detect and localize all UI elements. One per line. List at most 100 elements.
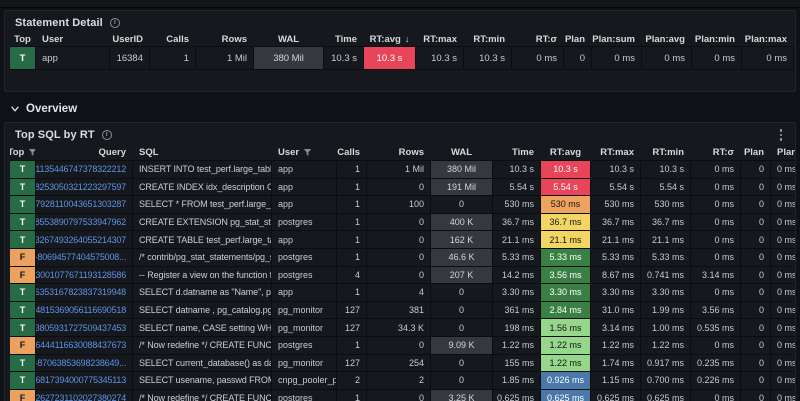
cell-rt-sigma: 0.535 ms [691,319,741,337]
cell-rt-sigma: 0 ms [512,47,564,70]
info-icon[interactable]: i [101,130,112,140]
top-flag-badge: F [10,389,36,401]
col-header-user-id[interactable]: UserID [110,32,150,47]
cell-wal: 3.25 K [431,389,493,401]
col-header-sql[interactable]: SQL [133,144,272,161]
top-flag-badge: T [10,47,36,70]
col-header-query[interactable]: Query [36,144,133,161]
filter-icon[interactable] [303,148,312,157]
col-header-plan-avg[interactable]: Plan:avg [642,32,692,47]
query-id-link[interactable]: -80694577404575008... [36,248,133,267]
cell-calls: 1 [150,47,196,70]
panel-menu-icon[interactable] [777,127,786,143]
col-header-label: Query [98,146,126,158]
col-header-plan-sum[interactable]: Plan:sum [592,32,642,47]
col-header-wal[interactable]: WAL [254,32,324,47]
col-header-rt-avg[interactable]: RT:avg ↓ [364,32,416,47]
query-id-link[interactable]: -8553890797533947962 [36,213,133,232]
cell-calls: 4 [337,266,367,285]
query-id-link[interactable]: -3001077671193128586 [36,266,133,285]
col-header-rt-avg[interactable]: RT:avg [541,144,591,161]
cell-rt-min: 530 ms [641,196,691,214]
col-header-user[interactable]: User [272,144,337,161]
col-header-rows[interactable]: Rows [367,144,431,161]
rt-avg-badge: 1.22 ms [541,354,591,373]
col-header-label: UserID [112,33,143,45]
cell-time: 361 ms [493,301,541,320]
col-header-plan-min[interactable]: Plan:min [692,32,742,47]
query-id-link[interactable]: 2627231102027380274 [36,389,133,401]
table-row: T 3805931727509437453 SELECT name, CASE se… [5,319,795,337]
cell-rt-min: 1.99 ms [641,301,691,320]
query-id-link[interactable]: -6353167823837319948 [36,284,133,302]
query-id-link[interactable]: -87063853698238649... [36,354,133,373]
query-id-link[interactable]: 3805931727509437453 [36,319,133,337]
row-title: Overview [26,103,78,115]
top-flag-badge: T [10,284,36,302]
col-header-rt-max[interactable]: RT:max [416,32,464,47]
query-id-link[interactable]: -8253050321223297597 [36,178,133,197]
top-flag-badge: F [10,266,36,285]
cell-calls: 127 [337,319,367,337]
col-header-time[interactable]: Time [493,144,541,161]
col-header-plan[interactable]: Plan [564,32,592,47]
cell-rows: 34.3 K [367,319,431,337]
filter-icon[interactable] [28,148,36,157]
cell-time: 1.85 ms [493,372,541,390]
cell-plan-sum: 0 ms [771,355,795,373]
query-id-link[interactable]: -6444116630088437673 [36,336,133,355]
cell-wal: 9.09 K [431,336,493,355]
cell-wal: 162 K [431,231,493,249]
col-header-calls[interactable]: Calls [337,144,367,161]
cell-wal: 0 [431,372,493,390]
col-header-time[interactable]: Time [324,32,364,47]
top-flag-badge: T [10,231,36,249]
col-header-rt-max[interactable]: RT:max [591,144,641,161]
table-row: T -8553890797533947962 CREATE EXTENSION pg… [5,213,795,232]
cell-wal: 0 [431,196,493,214]
cell-time: 21.1 ms [493,231,541,249]
col-header-top[interactable]: Top [10,32,36,47]
cell-plan: 0 [741,196,771,214]
cell-wal: 400 K [431,213,493,232]
col-header-calls[interactable]: Calls [150,32,196,47]
cell-rows: 1 Mil [367,161,431,179]
cell-rt-min: 36.7 ms [641,213,691,232]
col-header-rt-sigma[interactable]: RT:σ [691,144,741,161]
col-header-rt-min[interactable]: RT:min [464,32,512,47]
col-header-rows[interactable]: Rows [196,32,254,47]
query-id-link[interactable]: 1135446747378322212 [36,161,133,179]
col-header-rt-sigma[interactable]: RT:σ [512,32,564,47]
col-header-wal[interactable]: WAL [431,144,493,161]
col-header-label: Plan [743,146,764,158]
col-header-top[interactable]: Top [10,144,36,161]
top-sql-panel-header: Top SQL by RT i [5,123,795,144]
cell-calls: 1 [337,161,367,179]
query-id-link[interactable]: 7928110043651303287 [36,196,133,214]
cell-rt-min: 5.33 ms [641,248,691,267]
cell-plan-avg: 0 ms [642,47,692,70]
query-id-link[interactable]: -4815369056116690518 [36,301,133,320]
query-id-link[interactable]: 3267493264055214307 [36,231,133,249]
col-header-plan[interactable]: Plan [741,144,771,161]
overview-row-toggle[interactable]: Overview [10,101,800,117]
rt-avg-badge: 10.3 s [364,47,416,70]
col-header-plan-sum[interactable]: Plan:sum [771,144,795,161]
col-header-plan-max[interactable]: Plan:max [742,32,794,47]
col-header-label: RT:min [652,146,684,158]
query-id-link[interactable]: 6817394000775345113 [36,372,133,390]
col-header-rt-min[interactable]: RT:min [641,144,691,161]
table-row: F -6444116630088437673/* Now redefine */ … [5,336,795,355]
col-header-user[interactable]: User [36,32,110,47]
top-flag-badge: T [10,372,36,390]
cell-plan: 0 [741,319,771,337]
cell-rt-min: 0.741 ms [641,266,691,285]
cell-plan: 0 [741,213,771,232]
table-row: Tapp 16384 1 1 Mil 380 Mil 10.3 s 10.3 s 10.3 s… [5,47,795,70]
cell-plan-max: 0 ms [742,47,794,70]
rt-avg-badge: 1.22 ms [541,336,591,355]
info-icon[interactable]: i [109,18,120,28]
rt-avg-badge: 3.56 ms [541,266,591,285]
rt-avg-badge: 21.1 ms [541,231,591,249]
cell-user: postgres [272,248,337,267]
